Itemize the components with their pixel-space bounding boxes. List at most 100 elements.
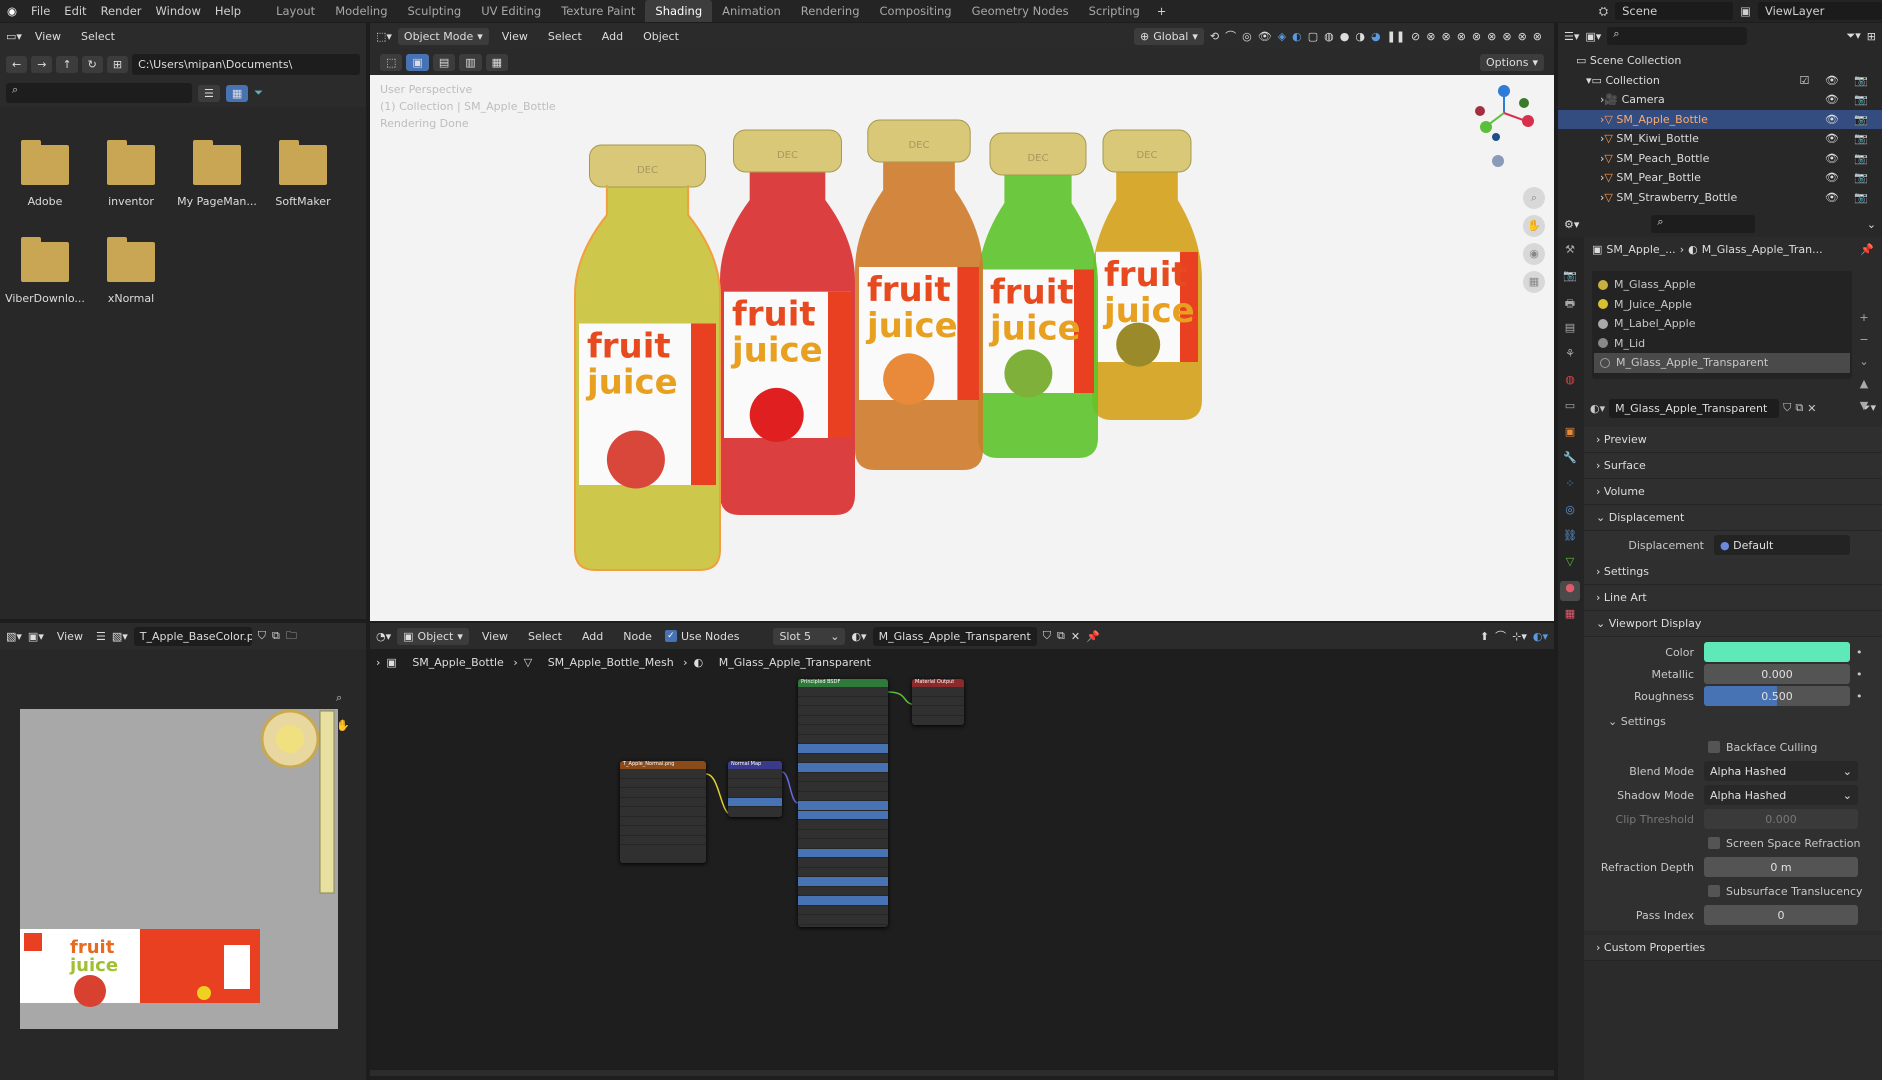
bsdf-socket-row[interactable] <box>798 725 888 735</box>
folder-item[interactable]: SoftMaker <box>263 140 343 208</box>
visibility-toggles[interactable]: 👁 📷 <box>1825 152 1874 165</box>
bsdf-socket-row[interactable] <box>798 810 888 820</box>
transform-orientation[interactable]: ⊕ Global ▾ <box>1134 27 1204 45</box>
bsdf-socket-row[interactable] <box>798 782 888 792</box>
add-slot-icon[interactable]: + <box>1854 307 1874 329</box>
select-mode-extend-icon[interactable]: ▤ <box>432 53 456 71</box>
bsdf-socket-row[interactable] <box>798 773 888 782</box>
visibility-toggles[interactable]: 👁 📷 <box>1825 191 1874 204</box>
ortho-grid-icon[interactable]: ▦ <box>1523 271 1545 293</box>
list-view-icon[interactable]: ☰ <box>198 84 220 102</box>
bottle-peach[interactable]: DEC fruitjuice <box>855 119 983 470</box>
zoom-icon[interactable]: ⌕ <box>1523 187 1545 209</box>
material-tab-icon[interactable]: ● <box>1560 581 1580 601</box>
subsection-settings[interactable]: ⌄ Settings <box>1584 707 1882 735</box>
bsdf-socket-row[interactable] <box>798 820 888 830</box>
y-axis-icon[interactable] <box>1480 121 1492 133</box>
section-surface[interactable]: › Surface <box>1584 453 1882 479</box>
section-preview[interactable]: › Preview <box>1584 427 1882 453</box>
section-displacement[interactable]: ⌄ Displacement <box>1584 505 1882 531</box>
refresh-icon[interactable]: ↻ <box>81 55 103 73</box>
fake-user-icon[interactable]: ⛉ <box>258 629 266 643</box>
tab-compositing[interactable]: Compositing <box>870 0 962 22</box>
editor-type-icon[interactable]: ▭▾ <box>6 30 22 43</box>
filter-icon[interactable]: ⏷▾ <box>1846 29 1860 43</box>
object-tab-icon[interactable]: ▣ <box>1560 425 1580 445</box>
constraints-tab-icon[interactable]: ⛓ <box>1560 529 1580 549</box>
search-input[interactable]: ⌕ <box>6 83 192 103</box>
bsdf-socket-row[interactable] <box>798 687 888 697</box>
visibility-toggles[interactable]: ☑ 👁 📷 <box>1799 74 1874 87</box>
visibility-toggles[interactable]: 👁 📷 <box>1825 132 1874 145</box>
properties-search-input[interactable]: ⌕ <box>1651 215 1756 233</box>
fake-user-icon[interactable]: ⛉ <box>1783 401 1791 415</box>
pivot-icon[interactable]: ⟲ <box>1210 30 1219 43</box>
mode-selector[interactable]: Object Mode ▾ <box>397 27 489 45</box>
visibility-icon[interactable]: 👁 <box>1258 30 1272 43</box>
principled-bsdf-node[interactable]: Principled BSDF <box>798 679 888 927</box>
tool-tab-icon[interactable]: ⚒ <box>1560 243 1580 263</box>
new-collection-icon[interactable]: ⊞ <box>1867 30 1876 43</box>
pan-hand-icon[interactable]: ✋ <box>1523 215 1545 237</box>
overlay-icon[interactable]: ◐ <box>1292 30 1302 43</box>
image-browse-icon[interactable]: ▧▾ <box>112 630 128 643</box>
material-browse-icon[interactable]: ◐▾ <box>1590 402 1605 415</box>
navigation-gizmo[interactable] <box>1466 81 1542 177</box>
select-mode-invert-icon[interactable]: ▦ <box>485 53 509 71</box>
open-folder-icon[interactable]: 🗀 <box>286 627 297 646</box>
tab-animation[interactable]: Animation <box>712 0 791 22</box>
menu-add[interactable]: Add <box>595 30 630 43</box>
pin-icon[interactable]: 📌 <box>1860 243 1874 256</box>
visibility-toggles[interactable]: 👁 📷 <box>1825 93 1874 106</box>
wireframe-shading-icon[interactable]: ◍ <box>1324 30 1334 43</box>
view-layer-tab-icon[interactable]: ▤ <box>1560 321 1580 341</box>
data-tab-icon[interactable]: ▽ <box>1560 555 1580 575</box>
menu-select[interactable]: Select <box>74 30 122 43</box>
clip-threshold-field[interactable]: 0.000 <box>1704 809 1858 829</box>
shadow-mode-dropdown[interactable]: Alpha Hashed ⌄ <box>1704 785 1858 805</box>
menu-view[interactable]: View <box>495 30 535 43</box>
gizmo-icon[interactable]: ◈ <box>1278 30 1286 43</box>
modifier-tab-icon[interactable]: 🔧 <box>1560 451 1580 471</box>
hamburger-icon[interactable]: ☰ <box>96 630 106 643</box>
visibility-toggles[interactable]: 👁 📷 <box>1825 171 1874 184</box>
bsdf-socket-row[interactable] <box>798 915 888 925</box>
blender-logo-icon[interactable]: ◉ <box>0 0 24 22</box>
bottle-pear[interactable]: DEC fruitjuice <box>1092 129 1202 420</box>
material-slot-active[interactable]: M_Glass_Apple_Transparent <box>1594 353 1850 373</box>
select-tool-icon[interactable]: ⬚ <box>380 53 403 71</box>
editor-type-icon[interactable]: ⚙▾ <box>1564 218 1579 231</box>
scene-selector[interactable]: Scene <box>1615 2 1734 20</box>
tab-uv-editing[interactable]: UV Editing <box>471 0 551 22</box>
mode-icon[interactable]: ▣▾ <box>28 630 44 643</box>
bsdf-socket-row[interactable] <box>798 744 888 754</box>
folder-item[interactable]: ViberDownlo... <box>5 237 85 305</box>
physics-tab-icon[interactable]: ◎ <box>1560 503 1580 523</box>
outliner-search-input[interactable]: ⌕ <box>1607 27 1748 45</box>
menu-view[interactable]: View <box>28 30 68 43</box>
forward-arrow-icon[interactable]: → <box>31 55 53 73</box>
section-volume[interactable]: › Volume <box>1584 479 1882 505</box>
keyframe-dot-icon[interactable]: • <box>1856 668 1863 681</box>
bsdf-socket-row[interactable] <box>798 735 888 744</box>
snap-icon[interactable]: ⌒ <box>1225 28 1236 44</box>
blend-mode-dropdown[interactable]: Alpha Hashed ⌄ <box>1704 761 1858 781</box>
outliner-item-camera[interactable]: › 🎥 Camera 👁 📷 <box>1576 90 1882 110</box>
section-settings[interactable]: › Settings <box>1584 559 1882 585</box>
material-slot[interactable]: M_Lid <box>1592 334 1852 354</box>
section-viewport-display[interactable]: ⌄ Viewport Display <box>1584 611 1882 637</box>
menu-view[interactable]: View <box>50 630 90 643</box>
texture-canvas[interactable]: fruit juice <box>20 709 338 1029</box>
neg-x-axis-icon[interactable] <box>1475 106 1485 116</box>
output-tab-icon[interactable]: 🖶 <box>1560 295 1580 315</box>
bsdf-socket-row[interactable] <box>798 801 888 811</box>
tab-texture-paint[interactable]: Texture Paint <box>551 0 645 22</box>
section-line-art[interactable]: › Line Art <box>1584 585 1882 611</box>
editor-type-icon[interactable]: ⬚▾ <box>376 30 392 43</box>
tab-scripting[interactable]: Scripting <box>1079 0 1150 22</box>
duplicate-icon[interactable]: ⧉ <box>1795 401 1803 415</box>
outliner-item-apple-bottle[interactable]: › ▽ SM_Apple_Bottle 👁 📷 <box>1558 109 1882 129</box>
displacement-method-field[interactable]: ● Default <box>1714 535 1850 555</box>
bsdf-socket-row[interactable] <box>798 839 888 849</box>
editor-type-icon[interactable]: ▧▾ <box>6 630 22 643</box>
